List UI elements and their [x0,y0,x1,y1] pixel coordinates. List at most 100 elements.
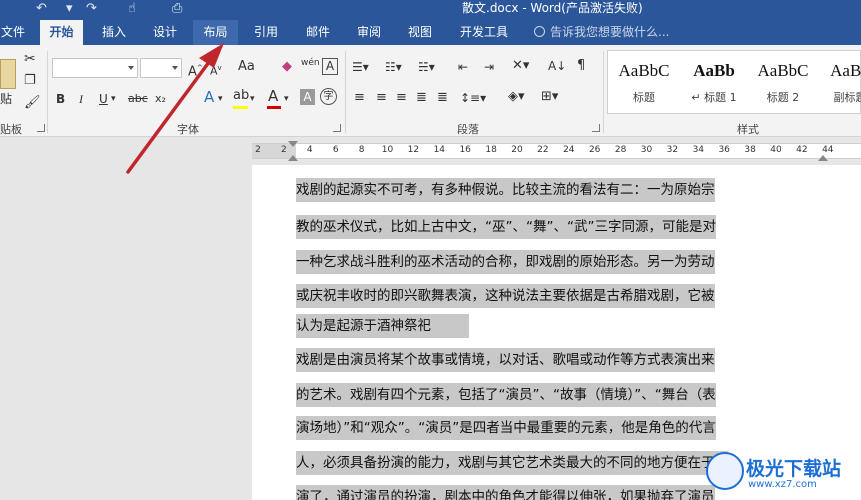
subscript-button[interactable]: x₂ [155,91,166,107]
document-line[interactable]: 演场地）”和“观众”。“演员”是四者当中最重要的元素，他是角色的代言 [296,416,716,440]
ruler-number: 2 [255,145,261,155]
font-size-combo[interactable] [140,58,182,78]
clipboard-launcher-icon[interactable] [37,124,45,132]
print-preview-icon[interactable]: ⎙ [172,0,182,18]
ruler-number: 10 [381,145,394,155]
enclose-char-button[interactable]: 字 [320,88,337,105]
paste-icon[interactable] [0,59,16,89]
show-marks-icon[interactable]: ¶ [577,58,585,74]
document-line[interactable]: 教的巫术仪式，比如上古中文，“巫”、“舞”、“武”三字同源，可能是对 [296,215,716,239]
paragraph-group-label: 段落 [457,123,479,136]
italic-button[interactable]: I [79,91,83,107]
shrink-font-icon[interactable]: Av [210,60,222,80]
ruler-number: 44 [822,145,834,155]
strikethrough-button[interactable]: abc [128,91,148,107]
tab-view[interactable]: 视图 [398,20,442,45]
paragraph-launcher-icon[interactable] [592,124,600,132]
highlight-color-bar [233,106,248,109]
align-left-icon[interactable]: ≡ [354,90,365,106]
group-separator [345,51,346,133]
document-line[interactable]: 演了，通过演员的扮演，剧本中的角色才能得以伸张，如果抛弃了演员 [296,485,715,500]
font-name-combo[interactable] [52,58,138,78]
document-line[interactable]: 一种乞求战斗胜利的巫术活动的合称，即戏剧的原始形态。另一为劳动 [296,250,715,274]
right-indent-marker[interactable] [818,155,828,161]
touch-mode-icon[interactable]: ☝ [128,0,136,18]
text-effects-button[interactable]: A [204,89,214,105]
chinese-layout-icon[interactable]: ✕▾ [512,58,529,74]
watermark-url: www.xz7.com [748,479,817,490]
tell-me-box[interactable]: 告诉我您想要做什么... [534,20,669,45]
hanging-indent-marker[interactable] [288,155,298,161]
ruler-number: 14 [433,145,446,155]
ruler-number: 42 [796,145,808,155]
paste-label[interactable]: 贴 [0,91,12,107]
format-painter-icon[interactable]: 🖌 [24,95,41,111]
font-launcher-icon[interactable] [333,124,341,132]
copy-icon[interactable]: ❐ [24,73,36,89]
style-heading-2[interactable]: AaBbC 标题 2 [749,51,817,113]
align-right-icon[interactable]: ≡ [396,90,407,106]
document-line[interactable]: 戏剧是由演员将某个故事或情境，以对话、歌唱或动作等方式表演出来 [296,348,715,372]
align-center-icon[interactable]: ≡ [376,90,387,106]
tab-file[interactable]: 文件 [0,20,26,45]
bullets-icon[interactable]: ☰▾ [352,59,369,75]
dropdown-icon[interactable]: ▾ [66,0,73,18]
document-line[interactable]: 人，必须具备扮演的能力，戏剧与其它艺术类最大的不同的地方便在于扮 [296,451,728,475]
style-title[interactable]: AaBbC 标题 [610,51,678,113]
tab-layout[interactable]: 布局 [193,20,238,45]
style-sample: AaBb [693,61,735,80]
tab-home[interactable]: 开始 [40,20,83,45]
ruler-number: 36 [718,145,730,155]
redo-icon[interactable]: ↷ [86,0,97,18]
tab-review[interactable]: 审阅 [347,20,391,45]
undo-icon[interactable]: ↶ [36,0,47,18]
clear-format-icon[interactable]: ◆ [282,59,292,75]
style-sample: AaBbC [618,61,670,80]
char-shading-button[interactable]: A [300,89,315,105]
style-name: 副标题 [833,91,861,104]
ruler-number: 12 [407,145,420,155]
group-separator [603,51,604,133]
char-border-icon[interactable]: A [322,58,338,75]
line-spacing-icon[interactable]: ↕≡▾ [460,90,486,106]
tab-references[interactable]: 引用 [244,20,288,45]
dropdown-icon[interactable]: ▾ [284,91,289,107]
first-line-indent-marker[interactable] [288,141,298,147]
phonetic-guide-button[interactable]: wén [301,55,320,71]
tab-mailings[interactable]: 邮件 [296,20,340,45]
clipboard-group-label: 贴板 [0,123,22,136]
increase-indent-icon[interactable]: ⇥ [484,59,494,75]
borders-icon[interactable]: ⊞▾ [541,89,558,105]
sort-icon[interactable]: A↓ [548,58,566,74]
shading-icon[interactable]: ◈▾ [508,89,525,105]
tab-design[interactable]: 设计 [143,20,187,45]
justify-icon[interactable]: ≣ [416,90,427,106]
dropdown-icon[interactable]: ▾ [218,91,223,107]
ruler-number: 24 [563,145,575,155]
numbering-icon[interactable]: ☷▾ [385,59,402,75]
document-line[interactable]: 或庆祝丰收时的即兴歌舞表演，这种说法主要依据是古希腊戏剧，它被 [296,284,715,308]
font-color-button[interactable]: A [268,88,278,104]
decrease-indent-icon[interactable]: ⇤ [458,59,468,75]
underline-dropdown-icon[interactable]: ▾ [111,91,116,107]
highlighter-icon[interactable]: ab [233,88,249,104]
cut-icon[interactable]: ✂ [24,51,36,67]
grow-font-icon[interactable]: A^ [188,60,203,80]
bold-button[interactable]: B [56,91,65,107]
style-subtitle[interactable]: AaBb 副标题 [816,51,861,113]
distributed-icon[interactable]: ≣ [437,90,448,106]
tab-developer[interactable]: 开发工具 [452,20,516,45]
ribbon-home: 贴 ✂ ❐ 🖌 贴板 A^ Av Aa ◆ wén A B I U ▾ abc … [0,45,861,137]
title-bar: ↶ ▾ ↷ ☝ ⎙ 散文.docx - Word(产品激活失败) [0,0,861,20]
underline-button[interactable]: U [99,91,108,107]
change-case-button[interactable]: Aa [238,59,255,75]
document-line[interactable]: 的艺术。戏剧有四个元素，包括了“演员”、“故事（情境）”、“舞台（表 [296,383,716,407]
document-line[interactable]: 戏剧的起源实不可考，有多种假说。比较主流的看法有二：一为原始宗 [296,178,715,202]
ruler-number: 20 [511,145,523,155]
horizontal-ruler[interactable]: 2 2 4 6 8 10 12 14 16 18 20 22 24 26 28 30 32 34 36 38 40 42 4… [252,143,861,159]
multilevel-list-icon[interactable]: ☵▾ [418,59,435,75]
dropdown-icon[interactable]: ▾ [250,91,255,107]
tab-insert[interactable]: 插入 [92,20,136,45]
style-heading-1[interactable]: AaBb ↵ 标题 1 [680,51,748,113]
document-line[interactable]: 认为是起源于酒神祭祀 [296,314,469,338]
